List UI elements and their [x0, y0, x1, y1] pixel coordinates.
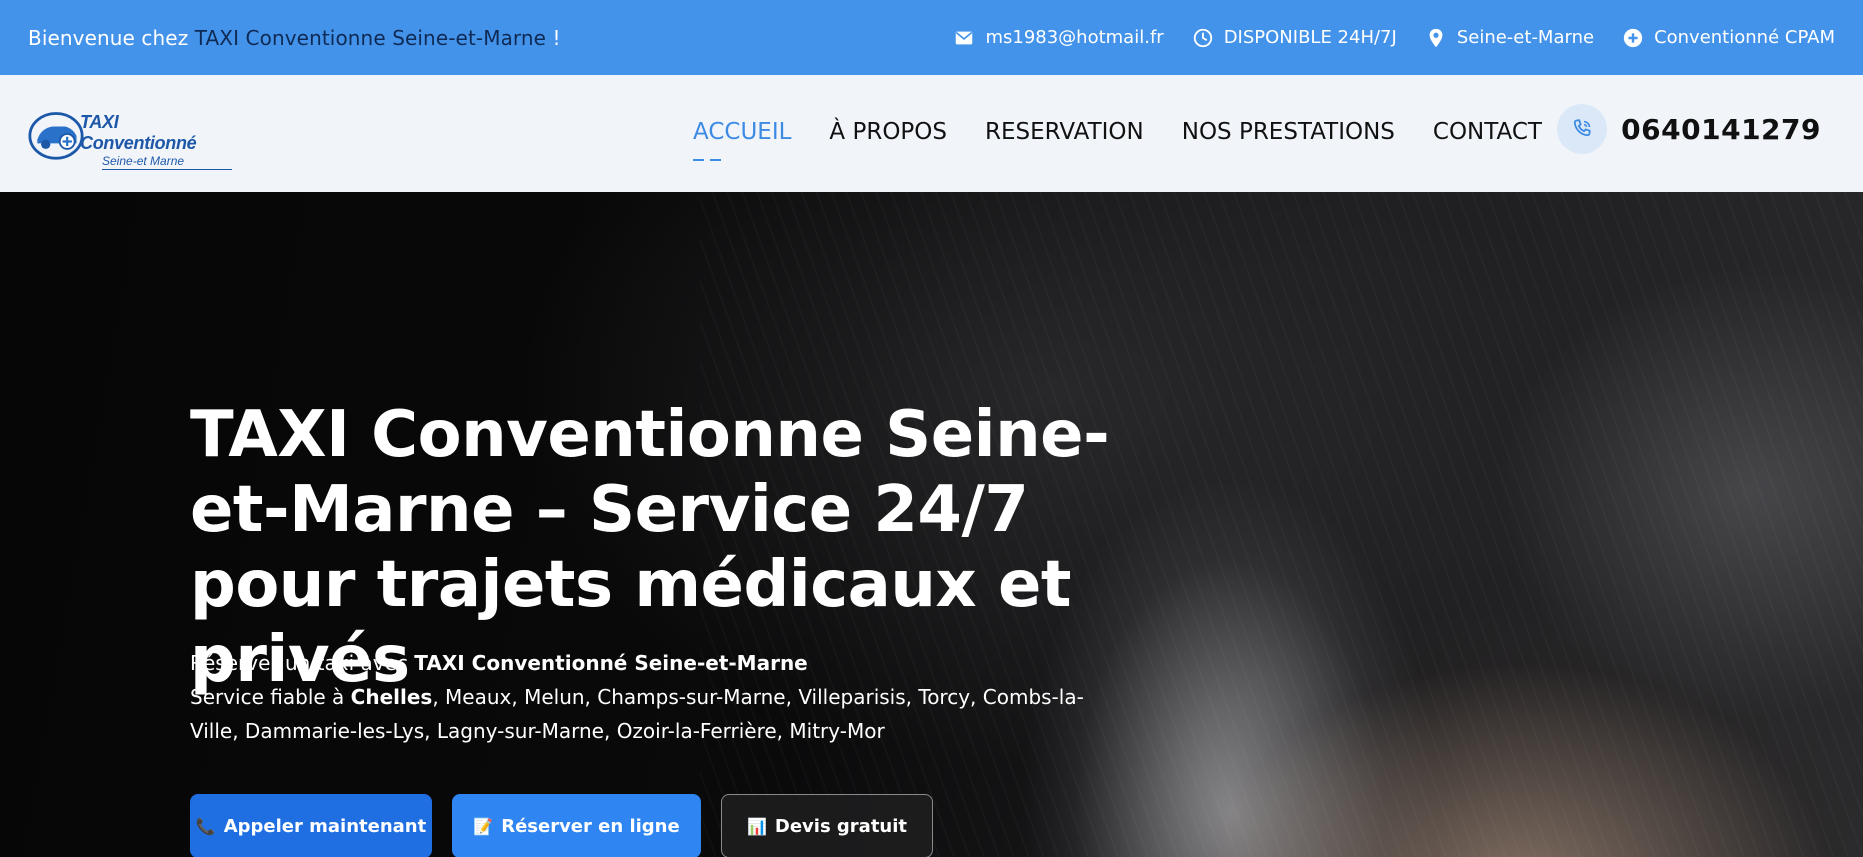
- nav-item-a-propos[interactable]: À PROPOS: [829, 119, 947, 145]
- hero-description: Réserver un taxi avec TAXI Conventionné …: [190, 646, 1090, 748]
- top-info: ms1983@hotmail.fr DISPONIBLE 24H/7J Sein…: [953, 27, 1835, 49]
- location-text: Seine-et-Marne: [1456, 27, 1595, 48]
- welcome-message: Bienvenue chez TAXI Conventionne Seine-e…: [28, 26, 561, 50]
- hero-line1-prefix: Réserver un taxi avec: [190, 651, 415, 675]
- book-online-label: Réserver en ligne: [501, 815, 680, 837]
- logo-title: TAXI Conventionné: [80, 111, 197, 153]
- availability-item: DISPONIBLE 24H/7J: [1192, 27, 1397, 49]
- phone-icon-circle: [1557, 104, 1608, 154]
- taxi-car-logo-icon: [28, 111, 84, 160]
- logo-text: TAXI Conventionné Seine-et Marne: [80, 112, 238, 170]
- site-logo[interactable]: TAXI Conventionné Seine-et Marne: [28, 104, 238, 170]
- cpam-text: Conventionné CPAM: [1654, 27, 1835, 48]
- nav-item-reservation[interactable]: RESERVATION: [985, 119, 1144, 145]
- top-bar: Bienvenue chez TAXI Conventionne Seine-e…: [0, 0, 1863, 75]
- memo-icon: 📝: [473, 816, 494, 836]
- main-nav: ACCUEIL À PROPOS RESERVATION NOS PRESTAT…: [693, 119, 1542, 161]
- phone-emoji-icon: 📞: [195, 816, 216, 836]
- availability-text: DISPONIBLE 24H/7J: [1223, 27, 1397, 48]
- nav-item-contact[interactable]: CONTACT: [1433, 119, 1542, 145]
- hero-line-2: Service fiable à Chelles, Meaux, Melun, …: [190, 680, 1090, 748]
- email-text: ms1983@hotmail.fr: [985, 27, 1164, 48]
- hero-buttons: 📞 Appeler maintenant 📝 Réserver en ligne…: [190, 794, 933, 857]
- header-phone[interactable]: 0640141279: [1557, 104, 1821, 154]
- logo-subtitle: Seine-et Marne: [102, 154, 232, 170]
- clock-icon: [1193, 28, 1212, 47]
- hero-line2-city: Chelles: [350, 685, 433, 709]
- call-now-button[interactable]: 📞 Appeler maintenant: [190, 794, 432, 857]
- cpam-item: Conventionné CPAM: [1622, 27, 1835, 49]
- free-quote-label: Devis gratuit: [774, 815, 908, 837]
- nav-item-accueil[interactable]: ACCUEIL: [693, 119, 791, 161]
- bar-chart-icon: 📊: [746, 816, 767, 836]
- nav-item-prestations[interactable]: NOS PRESTATIONS: [1182, 119, 1395, 145]
- welcome-suffix: !: [546, 25, 561, 50]
- hero-line-1: Réserver un taxi avec TAXI Conventionné …: [190, 646, 1090, 680]
- welcome-brand: TAXI Conventionne Seine-et-Marne: [194, 25, 547, 50]
- hero-line2-prefix: Service fiable à: [190, 685, 351, 709]
- welcome-prefix: Bienvenue chez: [28, 25, 195, 50]
- map-pin-icon: [1429, 28, 1443, 47]
- mail-icon: [956, 31, 973, 44]
- medical-plus-icon: [1623, 28, 1643, 47]
- hero-section: TAXI Conventionne Seine-et-Marne – Servi…: [0, 192, 1863, 857]
- free-quote-button[interactable]: 📊 Devis gratuit: [721, 794, 933, 857]
- location-item: Seine-et-Marne: [1425, 27, 1594, 49]
- email-item[interactable]: ms1983@hotmail.fr: [953, 27, 1164, 49]
- hero-line1-brand: TAXI Conventionné Seine-et-Marne: [414, 651, 808, 675]
- phone-icon: [1574, 119, 1591, 137]
- site-header: TAXI Conventionné Seine-et Marne ACCUEIL…: [0, 75, 1863, 192]
- call-now-label: Appeler maintenant: [223, 815, 427, 837]
- book-online-button[interactable]: 📝 Réserver en ligne: [452, 794, 701, 857]
- phone-number: 0640141279: [1621, 112, 1821, 146]
